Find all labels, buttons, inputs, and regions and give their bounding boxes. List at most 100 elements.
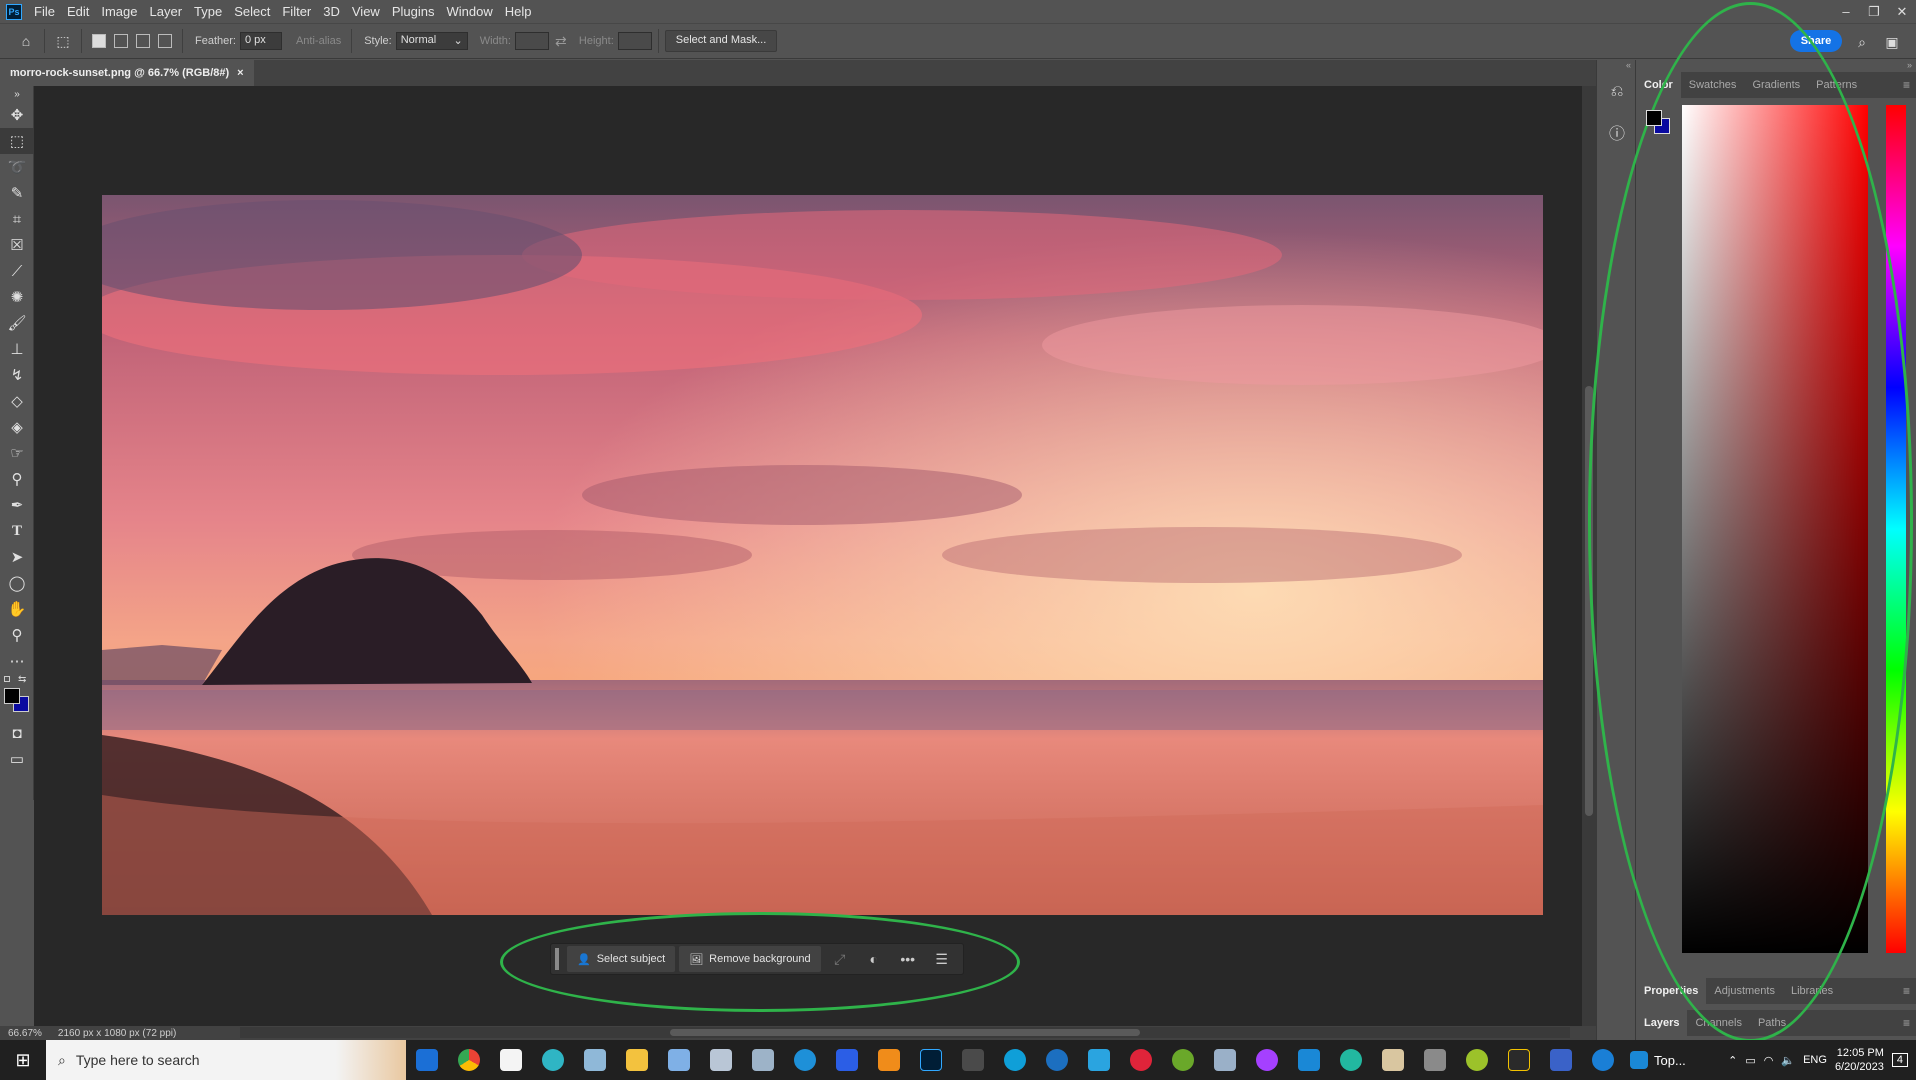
panel-menu-icon[interactable]: ≡ xyxy=(1903,1016,1910,1030)
info-panel-icon[interactable]: ⓘ xyxy=(1597,112,1637,152)
select-and-mask-button[interactable]: Select and Mask... xyxy=(664,30,778,52)
panel-foreground-swatch[interactable] xyxy=(1646,110,1662,126)
clock[interactable]: 12:05 PM 6/20/2023 xyxy=(1835,1046,1884,1074)
ellipse-tool-icon[interactable]: ◯ xyxy=(0,570,34,596)
menu-plugins[interactable]: Plugins xyxy=(386,0,441,23)
taskbar-app-notepad[interactable] xyxy=(490,1040,532,1080)
close-tab-icon[interactable]: × xyxy=(237,67,243,79)
lasso-tool-icon[interactable]: ➰ xyxy=(0,154,34,180)
taskbar-app-green[interactable] xyxy=(1456,1040,1498,1080)
type-tool-icon[interactable]: T xyxy=(0,518,34,544)
history-brush-tool-icon[interactable]: ↯ xyxy=(0,362,34,388)
taskbar-app-camera[interactable] xyxy=(1414,1040,1456,1080)
menu-image[interactable]: Image xyxy=(95,0,143,23)
menu-file[interactable]: File xyxy=(28,0,61,23)
clone-stamp-tool-icon[interactable]: ⊥ xyxy=(0,336,34,362)
path-selection-tool-icon[interactable]: ➤ xyxy=(0,544,34,570)
taskbar-app-tool[interactable] xyxy=(574,1040,616,1080)
taskbar-app-explorer[interactable] xyxy=(616,1040,658,1080)
add-selection-icon[interactable] xyxy=(114,34,128,48)
healing-brush-tool-icon[interactable]: ✺ xyxy=(0,284,34,310)
crop-tool-icon[interactable]: ⌗ xyxy=(0,206,34,232)
taskbar-app-gear[interactable] xyxy=(1540,1040,1582,1080)
taskbar-app-remote[interactable] xyxy=(742,1040,784,1080)
swap-icon[interactable]: ⇄ xyxy=(549,29,573,53)
height-input[interactable] xyxy=(617,32,652,50)
swap-colors-icon[interactable]: ⇆ xyxy=(18,674,26,685)
network-icon[interactable]: ▭ xyxy=(1745,1054,1755,1067)
taskbar-app-top[interactable]: Top... xyxy=(1624,1040,1692,1080)
collapse-toolbar-icon[interactable]: » xyxy=(0,86,34,102)
taskbar-app-edge[interactable] xyxy=(994,1040,1036,1080)
screen-mode-icon[interactable]: ▭ xyxy=(0,746,34,772)
subtract-selection-icon[interactable] xyxy=(136,34,150,48)
menu-filter[interactable]: Filter xyxy=(276,0,317,23)
restore-button[interactable]: ❐ xyxy=(1860,0,1888,23)
frame-tool-icon[interactable]: ☒ xyxy=(0,232,34,258)
notifications-badge[interactable]: 4 xyxy=(1891,1053,1908,1067)
hand-tool-icon[interactable]: ✋ xyxy=(0,596,34,622)
menu-3d[interactable]: 3D xyxy=(317,0,346,23)
menu-window[interactable]: Window xyxy=(440,0,498,23)
taskbar-app-browser[interactable] xyxy=(532,1040,574,1080)
windows-start-icon[interactable]: ⊞ xyxy=(0,1040,46,1080)
marquee-preset-icon[interactable]: ⬚ xyxy=(51,29,75,53)
menu-layer[interactable]: Layer xyxy=(144,0,189,23)
antialias-checkbox[interactable]: Anti-alias xyxy=(296,35,341,47)
more-tools-icon[interactable]: ⋯ xyxy=(0,648,34,674)
width-input[interactable] xyxy=(514,32,549,50)
zoom-level[interactable]: 66.67% xyxy=(0,1028,50,1039)
style-select[interactable]: Normal ⌄ xyxy=(395,32,468,50)
taskbar-app-help[interactable] xyxy=(1582,1040,1624,1080)
taskbar-app-edge-dev[interactable] xyxy=(1036,1040,1078,1080)
taskbar-app-teal[interactable] xyxy=(1330,1040,1372,1080)
zoom-tool-icon[interactable]: ⚲ xyxy=(0,622,34,648)
feather-input[interactable]: 0 px xyxy=(239,32,282,50)
menu-edit[interactable]: Edit xyxy=(61,0,95,23)
eraser-tool-icon[interactable]: ◇ xyxy=(0,388,34,414)
menu-select[interactable]: Select xyxy=(228,0,276,23)
new-selection-icon[interactable] xyxy=(92,34,106,48)
default-colors-icon[interactable] xyxy=(4,676,10,682)
pen-tool-icon[interactable]: ✒ xyxy=(0,492,34,518)
taskbar-app-viewer[interactable] xyxy=(658,1040,700,1080)
tab-layers[interactable]: Layers xyxy=(1636,1010,1688,1036)
scroll-thumb[interactable] xyxy=(670,1029,1140,1036)
horizontal-scrollbar[interactable] xyxy=(240,1027,1570,1038)
quick-mask-icon[interactable]: ◘ xyxy=(0,720,34,746)
taskbar-app-store[interactable] xyxy=(406,1040,448,1080)
taskbar-app-power[interactable] xyxy=(1120,1040,1162,1080)
wifi-icon[interactable]: ◠ xyxy=(1764,1054,1774,1067)
dodge-tool-icon[interactable]: ⚲ xyxy=(0,466,34,492)
home-icon[interactable]: ⌂ xyxy=(14,29,38,53)
marquee-tool-icon[interactable]: ⬚ xyxy=(0,128,34,154)
taskbar-app-settings[interactable] xyxy=(1288,1040,1330,1080)
move-tool-icon[interactable]: ✥ xyxy=(0,102,34,128)
taskbar-app-messenger[interactable] xyxy=(1246,1040,1288,1080)
language-indicator[interactable]: ENG xyxy=(1803,1054,1827,1066)
taskbar-app-word-game[interactable] xyxy=(1162,1040,1204,1080)
taskbar-app-device[interactable] xyxy=(1204,1040,1246,1080)
taskbar-app-photoshop[interactable] xyxy=(910,1040,952,1080)
taskbar-app-calculator[interactable] xyxy=(952,1040,994,1080)
panel-menu-icon[interactable]: ≡ xyxy=(1903,78,1910,92)
taskbar-app-edge-beta[interactable] xyxy=(784,1040,826,1080)
taskbar-app-window[interactable] xyxy=(700,1040,742,1080)
taskbar-app-snipping[interactable] xyxy=(1078,1040,1120,1080)
smudge-tool-icon[interactable]: ☞ xyxy=(0,440,34,466)
document-tab[interactable]: morro-rock-sunset.png @ 66.7% (RGB/8#) × xyxy=(0,60,254,86)
taskbar-app-docs[interactable] xyxy=(1372,1040,1414,1080)
history-panel-icon[interactable]: ⎌ xyxy=(1597,72,1637,112)
menu-help[interactable]: Help xyxy=(499,0,538,23)
menu-view[interactable]: View xyxy=(346,0,386,23)
expand-panels-icon[interactable]: » xyxy=(1907,60,1912,70)
brush-tool-icon[interactable]: 🖌 xyxy=(0,310,34,336)
intersect-selection-icon[interactable] xyxy=(158,34,172,48)
panel-menu-icon[interactable]: ≡ xyxy=(1903,984,1910,998)
taskbar-app-star[interactable] xyxy=(1498,1040,1540,1080)
collapse-dock-icon[interactable]: « xyxy=(1597,60,1635,72)
taskbar-search-box[interactable]: ⌕ Type here to search xyxy=(46,1040,336,1080)
search-icon[interactable]: ⌕ xyxy=(1850,30,1874,54)
foreground-color-swatch[interactable] xyxy=(4,688,20,704)
close-button[interactable]: ✕ xyxy=(1888,0,1916,23)
